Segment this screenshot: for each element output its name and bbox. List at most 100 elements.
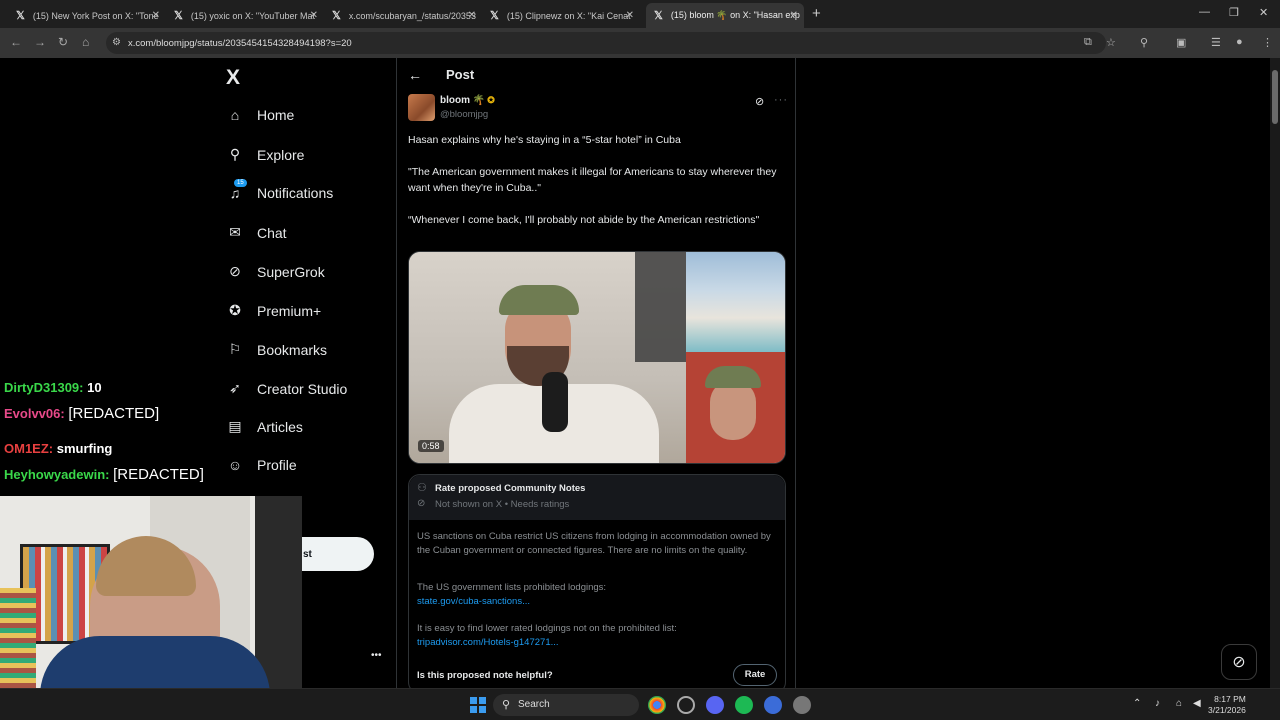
close-tab-icon[interactable]: ✕: [468, 10, 476, 21]
spotify-app-icon[interactable]: [735, 696, 753, 714]
post-text: Hasan explains why he's staying in a “5-…: [408, 134, 681, 146]
back-icon[interactable]: ←: [10, 35, 22, 49]
sidebar-item-label: Explore: [257, 146, 305, 163]
stream-chat-line: OM1EZ: smurfing: [4, 441, 112, 456]
sidebar-item-explore[interactable]: ⚲ Explore: [226, 146, 305, 163]
sidebar-item-label: Bookmarks: [257, 341, 328, 358]
browser-tab[interactable]: 𝕏x.com/scubaryan_/status/20353 ✕: [324, 3, 482, 28]
grok-explain-icon[interactable]: ⊘: [755, 95, 764, 108]
address-bar[interactable]: ⚙ x.com/bloomjpg/status/2035454154328494…: [106, 32, 1106, 54]
chat-username: Heyhowyadewin:: [4, 467, 110, 482]
close-tab-icon[interactable]: ✕: [310, 10, 318, 21]
network-icon[interactable]: ⌂: [1176, 698, 1182, 709]
chat-message: [REDACTED]: [68, 405, 160, 422]
restore-icon[interactable]: ❐: [1229, 6, 1239, 19]
sidebar-icon[interactable]: ▣: [1176, 36, 1186, 49]
webcam-overlay: [0, 496, 302, 688]
microphone-icon[interactable]: ♪: [1155, 698, 1160, 709]
community-note-title: Rate proposed Community Notes: [435, 483, 586, 494]
close-tab-icon[interactable]: ✕: [790, 10, 798, 21]
minimize-icon[interactable]: —: [1199, 6, 1210, 18]
video-player[interactable]: 0:58: [408, 251, 786, 464]
video-duration: 0:58: [418, 440, 444, 452]
verified-check-icon: ✪: [229, 302, 241, 318]
avatar[interactable]: [408, 94, 435, 121]
chat-username: OM1EZ:: [4, 441, 54, 456]
extensions-icon[interactable]: ⚲: [1140, 36, 1148, 49]
back-arrow-icon[interactable]: ←: [408, 67, 422, 83]
discord-app-icon[interactable]: [706, 696, 724, 714]
reload-icon[interactable]: ↻: [58, 35, 68, 49]
profile-avatar-icon[interactable]: ●: [1236, 36, 1243, 48]
community-note-link[interactable]: tripadvisor.com/Hotels-g147271...: [417, 636, 777, 650]
stream-chat-line: Heyhowyadewin: [REDACTED]: [4, 466, 204, 483]
sidebar-item-articles[interactable]: ▤ Articles: [226, 418, 303, 435]
scrollbar[interactable]: [1270, 58, 1280, 688]
notification-count-badge: 15: [234, 179, 247, 187]
sidebar-item-supergrok[interactable]: ⊘ SuperGrok: [226, 263, 325, 280]
scrollbar-thumb[interactable]: [1272, 70, 1278, 124]
main-column: ← Post bloom 🌴 ✪ @bloomjpg ⊘ ··· Hasan ex…: [396, 58, 796, 688]
taskbar: ⚲ Search ⌃ ♪ ⌂ ◀ 8:17 PM 3/21/2026: [0, 688, 1280, 720]
sidebar-item-creator-studio[interactable]: ➶ Creator Studio: [226, 380, 347, 397]
community-note-body: The US government lists prohibited lodgi…: [417, 582, 607, 593]
webcam-person-shirt: [40, 636, 270, 688]
sidebar-item-notifications[interactable]: ♫ 15 Notifications: [226, 179, 334, 201]
post-button[interactable]: st: [302, 537, 374, 571]
account-menu-dots-icon[interactable]: •••: [371, 650, 382, 661]
rate-button[interactable]: Rate: [733, 664, 777, 686]
author-handle[interactable]: @bloomjpg: [440, 109, 488, 120]
volume-icon[interactable]: ◀: [1193, 698, 1201, 709]
grok-floating-icon[interactable]: ⊘: [1221, 644, 1257, 680]
settings-app-icon[interactable]: [793, 696, 811, 714]
menu-kebab-icon[interactable]: ⋮: [1262, 36, 1273, 49]
community-note-link[interactable]: state.gov/cuba-sanctions...: [417, 595, 777, 609]
sidebar-item-label: Notifications: [257, 185, 334, 201]
close-tab-icon[interactable]: ✕: [626, 10, 634, 21]
verified-badge-icon: ✪: [487, 95, 495, 105]
install-app-icon[interactable]: ⧉: [1084, 36, 1092, 49]
browser-tab[interactable]: 𝕏 (15) Clipnewz on X: "Kai Cenat ✕: [482, 3, 640, 28]
clock-date: 3/21/2026: [1208, 705, 1246, 715]
sidebar-item-profile[interactable]: ☺ Profile: [226, 457, 297, 473]
forward-icon[interactable]: →: [34, 35, 46, 49]
chat-message: [REDACTED]: [113, 466, 204, 483]
windows-start-icon[interactable]: [470, 697, 486, 713]
site-info-icon[interactable]: ⚙: [112, 37, 121, 48]
browser-tab-active[interactable]: 𝕏 (15) bloom 🌴 on X: "Hasan exp ✕: [646, 3, 804, 28]
close-tab-icon[interactable]: ✕: [152, 10, 160, 21]
video-subject-cap: [499, 285, 579, 315]
bookmark-star-icon[interactable]: ☆: [1106, 36, 1116, 49]
author-name[interactable]: bloom 🌴 ✪: [440, 95, 495, 106]
chrome-app-icon[interactable]: [648, 696, 666, 714]
post-text: "The American government makes it illega…: [408, 166, 777, 194]
stream-chat-line: DirtyD31309: 10: [4, 380, 102, 395]
sidebar-item-chat[interactable]: ✉ Chat: [226, 224, 286, 241]
browser-tab[interactable]: 𝕏 (15) New York Post on X: "Tone ✕: [8, 3, 166, 28]
rocket-icon: ➶: [229, 380, 241, 396]
tray-chevron-icon[interactable]: ⌃: [1133, 698, 1141, 709]
hidden-eye-icon: ⊘: [417, 498, 426, 509]
browser-tab[interactable]: 𝕏 (15) yoxic on X: "YouTuber Mat ✕: [166, 3, 324, 28]
sidebar-item-premium[interactable]: ✪ Premium+: [226, 302, 321, 319]
app-icon[interactable]: [677, 696, 695, 714]
home-icon: ⌂: [230, 107, 240, 123]
url-text: x.com/bloomjpg/status/203545415432849419…: [128, 38, 352, 49]
x-logo-icon[interactable]: X: [226, 66, 240, 90]
sidebar-item-home[interactable]: ⌂ Home: [226, 107, 295, 123]
app-icon[interactable]: [764, 696, 782, 714]
taskbar-clock[interactable]: 8:17 PM 3/21/2026: [1208, 694, 1246, 716]
more-options-icon[interactable]: ···: [774, 94, 788, 106]
sidebar-item-bookmarks[interactable]: ⚐ Bookmarks: [226, 341, 327, 358]
close-window-icon[interactable]: ✕: [1259, 6, 1268, 19]
search-icon: ⚲: [502, 699, 511, 711]
new-tab-icon[interactable]: +: [812, 5, 821, 22]
home-icon[interactable]: ⌂: [82, 35, 89, 49]
media-control-icon[interactable]: ☰: [1211, 36, 1221, 49]
video-inset-cap: [705, 366, 761, 388]
taskbar-search[interactable]: ⚲ Search: [493, 694, 639, 716]
x-favicon-icon: 𝕏: [16, 10, 25, 22]
tab-label: (15) New York Post on X: "Tone: [32, 10, 159, 21]
clock-time: 8:17 PM: [1214, 694, 1246, 704]
video-hotel-image: [686, 252, 785, 362]
